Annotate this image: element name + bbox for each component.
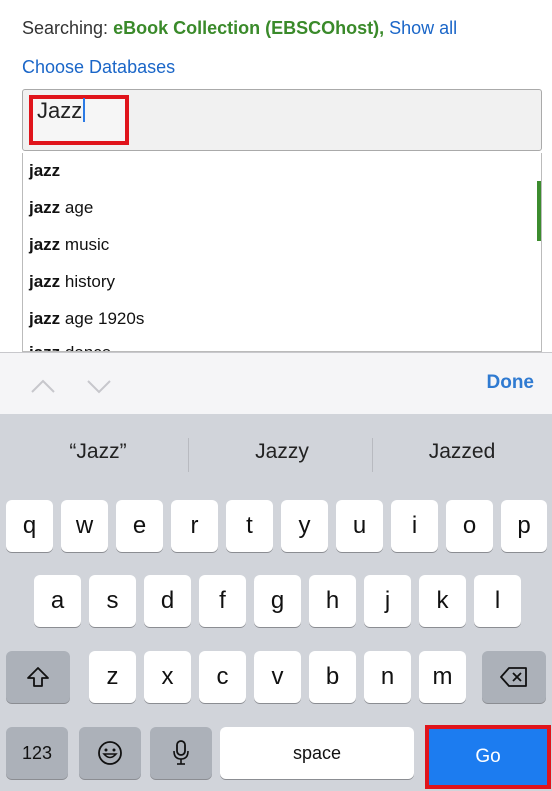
search-input[interactable]: Jazz [22, 89, 542, 151]
key-t[interactable]: t [226, 500, 273, 552]
chevron-down-icon[interactable] [86, 373, 112, 399]
key-j[interactable]: j [364, 575, 411, 627]
on-screen-keyboard: “Jazz” Jazzy Jazzed q w e r t y u i o p … [0, 414, 552, 791]
suggestion-match: jazz [29, 198, 61, 217]
key-q[interactable]: q [6, 500, 53, 552]
search-query-value: Jazz [37, 98, 83, 123]
predictive-bar: “Jazz” Jazzy Jazzed [0, 414, 552, 486]
key-l[interactable]: l [474, 575, 521, 627]
key-o[interactable]: o [446, 500, 493, 552]
suggest-scrollbar[interactable] [537, 181, 541, 241]
key-g[interactable]: g [254, 575, 301, 627]
key-r[interactable]: r [171, 500, 218, 552]
list-item[interactable]: jazz age 1920s [29, 309, 144, 329]
key-n[interactable]: n [364, 651, 411, 703]
suggestion-match: jazz [29, 235, 61, 254]
prediction-item[interactable]: “Jazz” [6, 440, 190, 464]
suggestion-rest: music [60, 235, 110, 254]
key-x[interactable]: x [144, 651, 191, 703]
key-y[interactable]: y [281, 500, 328, 552]
key-c[interactable]: c [199, 651, 246, 703]
suggestion-rest: age [60, 198, 94, 217]
keyboard-accessory-bar: Done [0, 352, 552, 414]
key-p[interactable]: p [501, 500, 547, 552]
done-button[interactable]: Done [487, 372, 535, 394]
list-item[interactable]: jazz music [29, 235, 109, 255]
suggestion-match: jazz [29, 272, 61, 291]
key-i[interactable]: i [391, 500, 438, 552]
numbers-key[interactable]: 123 [6, 727, 68, 779]
key-k[interactable]: k [419, 575, 466, 627]
chevron-up-icon[interactable] [30, 373, 56, 399]
suggestion-match: jazz [29, 309, 61, 328]
key-e[interactable]: e [116, 500, 163, 552]
go-button[interactable]: Go [425, 725, 551, 789]
backspace-key[interactable] [482, 651, 546, 703]
prediction-item[interactable]: Jazzy [190, 440, 374, 464]
list-item[interactable]: jazz age [29, 198, 93, 218]
key-u[interactable]: u [336, 500, 383, 552]
suggestion-match: jazz [29, 161, 61, 180]
search-query-text: Jazz [37, 98, 86, 124]
suggestion-match: jazz [29, 343, 60, 351]
key-v[interactable]: v [254, 651, 301, 703]
key-w[interactable]: w [61, 500, 108, 552]
key-b[interactable]: b [309, 651, 356, 703]
database-name: eBook Collection (EBSCOhost), [113, 18, 385, 38]
dictation-key[interactable] [150, 727, 212, 779]
key-s[interactable]: s [89, 575, 136, 627]
key-a[interactable]: a [34, 575, 81, 627]
list-item[interactable]: jazz dance [29, 343, 111, 351]
show-all-link[interactable]: Show all [389, 18, 457, 38]
key-z[interactable]: z [89, 651, 136, 703]
microphone-icon [173, 740, 189, 765]
key-d[interactable]: d [144, 575, 191, 627]
space-key[interactable]: space [220, 727, 414, 779]
suggestion-rest: dance [60, 343, 111, 351]
prediction-divider [188, 438, 189, 472]
searching-line: Searching: eBook Collection (EBSCOhost),… [22, 18, 457, 39]
search-page: Searching: eBook Collection (EBSCOhost),… [0, 0, 552, 352]
searching-label: Searching: [22, 18, 109, 38]
shift-key[interactable] [6, 651, 70, 703]
prediction-item[interactable]: Jazzed [370, 440, 552, 464]
key-f[interactable]: f [199, 575, 246, 627]
emoji-icon [98, 741, 122, 765]
autocomplete-list: jazz jazz age jazz music jazz history ja… [22, 153, 542, 352]
key-m[interactable]: m [419, 651, 466, 703]
emoji-key[interactable] [79, 727, 141, 779]
suggestion-rest: age 1920s [60, 309, 145, 328]
list-item[interactable]: jazz [29, 161, 60, 181]
key-h[interactable]: h [309, 575, 356, 627]
shift-icon [27, 667, 49, 687]
list-item[interactable]: jazz history [29, 272, 115, 292]
choose-databases-link[interactable]: Choose Databases [22, 57, 175, 78]
suggestion-rest: history [60, 272, 115, 291]
backspace-icon [500, 667, 527, 687]
text-caret [83, 98, 86, 122]
